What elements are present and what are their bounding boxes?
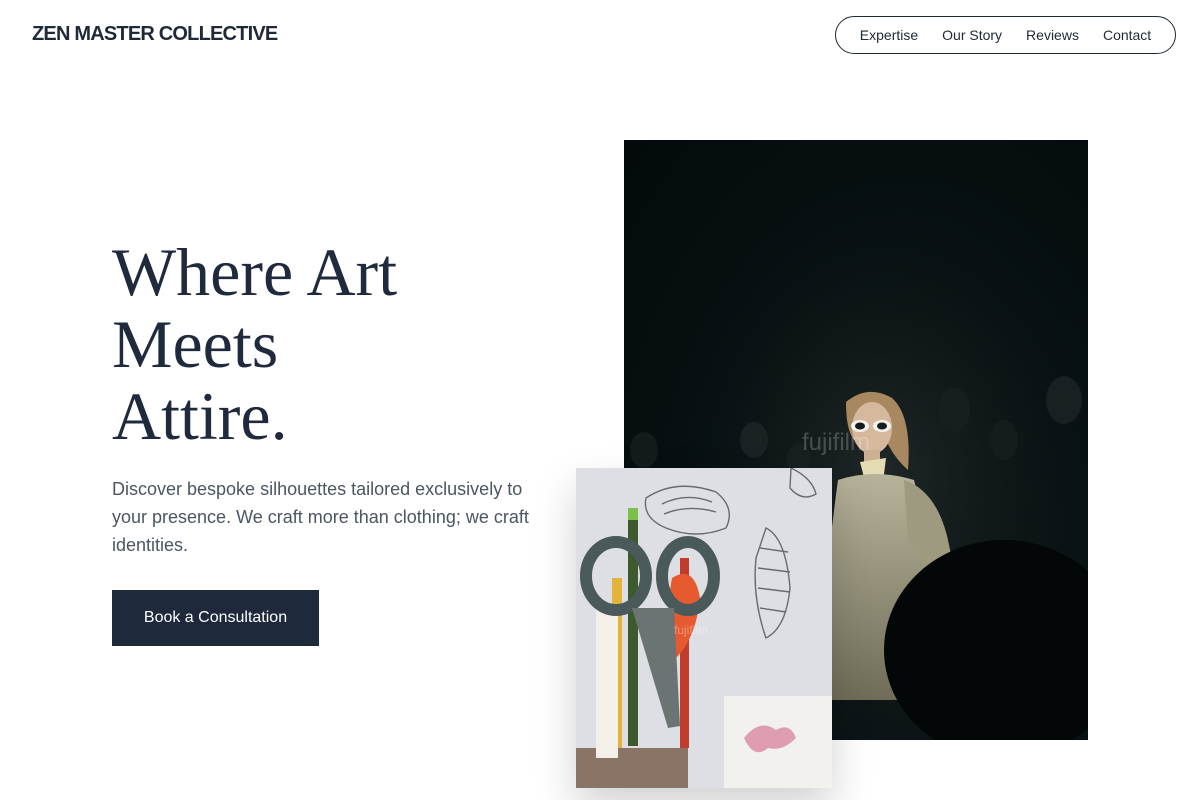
nav-link-reviews[interactable]: Reviews xyxy=(1014,27,1091,43)
brand-logo[interactable]: ZEN MASTER COLLECTIVE xyxy=(32,23,278,46)
hero-title-line: Meets xyxy=(112,306,279,382)
photo-watermark: fujifilm xyxy=(674,623,708,637)
nav-link-our-story[interactable]: Our Story xyxy=(930,27,1014,43)
nav-link-contact[interactable]: Contact xyxy=(1091,27,1163,43)
photo-watermark: fujifilm xyxy=(802,429,870,456)
book-consultation-button[interactable]: Book a Consultation xyxy=(112,590,319,646)
hero-title-line: Attire. xyxy=(112,378,288,454)
craft-tools-photo: fujifilm xyxy=(576,468,832,788)
hero-title-line: Where Art xyxy=(112,234,398,310)
main-nav: Expertise Our Story Reviews Contact xyxy=(835,16,1176,54)
hero-title: Where Art Meets Attire. xyxy=(112,236,552,452)
hero-subtitle: Discover bespoke silhouettes tailored ex… xyxy=(112,479,529,555)
scissors-pencils-illustration: fujifilm xyxy=(576,468,832,788)
nav-link-expertise[interactable]: Expertise xyxy=(848,27,930,43)
site-header: ZEN MASTER COLLECTIVE Expertise Our Stor… xyxy=(0,0,1200,70)
